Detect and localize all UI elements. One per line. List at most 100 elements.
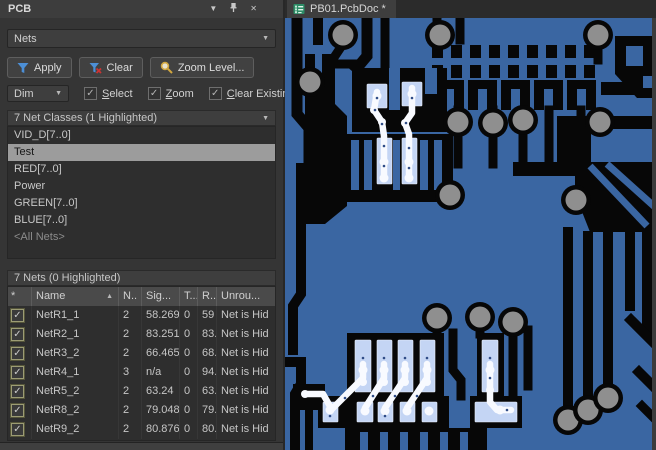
column-header-[interactable]: * bbox=[8, 287, 32, 306]
net-row-netr4_1[interactable]: ✓ NetR4_1 3 n/a 0 94. Net is Hid bbox=[8, 363, 275, 382]
net-cell-unrouted: Net is Hid bbox=[221, 309, 269, 321]
net-cell-nodes: 2 bbox=[119, 344, 142, 363]
via-pad bbox=[469, 306, 491, 328]
net-checkbox-cell: ✓ bbox=[8, 382, 32, 401]
panel-title: PCB bbox=[8, 3, 32, 15]
net-visible-checkbox[interactable]: ✓ bbox=[11, 309, 24, 322]
checkbox-box[interactable]: ✓ bbox=[208, 87, 222, 100]
via-pad bbox=[332, 24, 354, 46]
apply-button[interactable]: Apply bbox=[7, 57, 72, 78]
net-cell-unrouted: Net is Hid bbox=[221, 385, 269, 397]
net-cell-routed: 94. bbox=[198, 363, 217, 382]
net-cell-unrouted: Net is Hid bbox=[221, 423, 269, 435]
net-checkbox-cell: ✓ bbox=[8, 401, 32, 420]
net-visible-checkbox[interactable]: ✓ bbox=[11, 328, 24, 341]
option-checkboxes: ✓ Select ✓ Zoom ✓ Clear Existing bbox=[69, 87, 295, 100]
checkbox-clear-existing[interactable]: ✓ Clear Existing bbox=[208, 87, 295, 100]
net-class-item[interactable]: BLUE[7..0] bbox=[8, 212, 275, 229]
via-pad bbox=[447, 111, 469, 133]
net-visible-checkbox[interactable]: ✓ bbox=[11, 347, 24, 360]
net-cell-name: NetR8_2 bbox=[32, 401, 119, 420]
via-pad bbox=[587, 24, 609, 46]
nets-header-label: 7 Nets (0 Highlighted) bbox=[14, 272, 121, 284]
net-cell-name: NetR9_2 bbox=[32, 420, 119, 439]
chevron-down-icon: ▼ bbox=[262, 114, 269, 122]
via-pad bbox=[429, 24, 451, 46]
net-cell-nodes: 3 bbox=[119, 363, 142, 382]
net-row-netr2_1[interactable]: ✓ NetR2_1 2 83.251 0 83. Net is Hid bbox=[8, 325, 275, 344]
browse-mode-select[interactable]: Nets ▼ bbox=[7, 29, 276, 48]
column-header-name[interactable]: Name ▲ bbox=[32, 287, 119, 306]
column-header-unrou[interactable]: Unrou... bbox=[217, 287, 275, 306]
pcb-panel: PCB ▼ ✕ Nets ▼ Apply Clear Zoom Level...… bbox=[0, 0, 295, 450]
checkbox-select[interactable]: ✓ Select bbox=[84, 87, 133, 100]
net-row-netr8_2[interactable]: ✓ NetR8_2 2 79.048 0 79. Net is Hid bbox=[8, 401, 275, 420]
column-header-n[interactable]: N.. bbox=[119, 287, 142, 306]
net-visible-checkbox[interactable]: ✓ bbox=[11, 404, 24, 417]
net-class-item[interactable]: RED[7..0] bbox=[8, 161, 275, 178]
net-classes-header[interactable]: 7 Net Classes (1 Highlighted) ▼ bbox=[7, 110, 276, 126]
net-cell-signal: 80.876 bbox=[142, 420, 180, 439]
net-cell-routed: 63. bbox=[198, 382, 217, 401]
panel-menu-dropdown-icon[interactable]: ▼ bbox=[209, 4, 217, 14]
checkbox-box[interactable]: ✓ bbox=[147, 87, 161, 100]
net-cell-signal: 83.251 bbox=[142, 325, 180, 344]
browse-mode-value: Nets bbox=[14, 32, 37, 45]
magnifier-icon bbox=[160, 61, 173, 74]
net-cell-routed: 80. bbox=[198, 420, 217, 439]
net-cell-routed: 79. bbox=[198, 401, 217, 420]
net-checkbox-cell: ✓ bbox=[8, 363, 32, 382]
via-pad bbox=[589, 111, 611, 133]
panel-resize-strip[interactable] bbox=[0, 442, 283, 450]
net-row-netr1_1[interactable]: ✓ NetR1_1 2 58.269 0 59 Net is Hid bbox=[8, 306, 275, 325]
pin-icon[interactable] bbox=[229, 2, 238, 16]
net-visible-checkbox[interactable]: ✓ bbox=[11, 423, 24, 436]
altium-workspace: PCB ▼ ✕ Nets ▼ Apply Clear Zoom Level...… bbox=[0, 0, 656, 450]
dim-mode-select[interactable]: Dim ▼ bbox=[7, 85, 69, 102]
net-cell-t: 0 bbox=[180, 363, 198, 382]
tab-label: PB01.PcbDoc * bbox=[310, 3, 386, 15]
net-cell-unrouted: Net is Hid bbox=[221, 366, 269, 378]
pcb-editor: PB01.PcbDoc * bbox=[285, 0, 656, 450]
pcb-canvas[interactable] bbox=[285, 18, 656, 450]
net-cell-signal: n/a bbox=[142, 363, 180, 382]
column-header-t[interactable]: T... bbox=[180, 287, 198, 306]
net-cell-t: 0 bbox=[180, 382, 198, 401]
net-class-item[interactable]: Test bbox=[8, 144, 275, 161]
column-header-r[interactable]: R... bbox=[198, 287, 217, 306]
net-class-item[interactable]: GREEN[7..0] bbox=[8, 195, 275, 212]
panel-titlebar: PCB ▼ ✕ bbox=[0, 0, 283, 18]
net-cell-signal: 66.465 bbox=[142, 344, 180, 363]
nets-header: 7 Nets (0 Highlighted) bbox=[7, 270, 276, 286]
net-cell-unrouted: Net is Hid bbox=[221, 328, 269, 340]
net-class-item[interactable]: Power bbox=[8, 178, 275, 195]
sort-ascending-icon: ▲ bbox=[106, 293, 113, 300]
checkbox-zoom[interactable]: ✓ Zoom bbox=[147, 87, 194, 100]
net-visible-checkbox[interactable]: ✓ bbox=[11, 385, 24, 398]
net-cell-t: 0 bbox=[180, 325, 198, 344]
net-class-item[interactable]: VID_D[7..0] bbox=[8, 127, 275, 144]
via-pad bbox=[565, 189, 587, 211]
net-cell-routed: 83. bbox=[198, 325, 217, 344]
funnel-icon bbox=[17, 62, 29, 73]
net-cell-nodes: 2 bbox=[119, 306, 142, 325]
net-row-netr9_2[interactable]: ✓ NetR9_2 2 80.876 0 80. Net is Hid bbox=[8, 420, 275, 439]
tab-pb01-pcbdoc[interactable]: PB01.PcbDoc * bbox=[287, 0, 396, 18]
highlight-options-row: Dim ▼ ✓ Select ✓ Zoom ✓ Clear Existing bbox=[7, 85, 295, 102]
column-header-sig[interactable]: Sig... bbox=[142, 287, 180, 306]
net-row-netr3_2[interactable]: ✓ NetR3_2 2 66.465 0 68. Net is Hid bbox=[8, 344, 275, 363]
checkbox-label: Select bbox=[102, 87, 133, 100]
panel-titlebar-icons: ▼ ✕ bbox=[209, 2, 257, 16]
net-row-netr5_2[interactable]: ✓ NetR5_2 2 63.24 0 63. Net is Hid bbox=[8, 382, 275, 401]
net-visible-checkbox[interactable]: ✓ bbox=[11, 366, 24, 379]
nets-table: *Name▲N..Sig...T...R...Unrou... ✓ NetR1_1… bbox=[7, 286, 276, 441]
net-cell-name: NetR4_1 bbox=[32, 363, 119, 382]
net-class-list: VID_D[7..0] Test RED[7..0] Power GREEN[7..0]… bbox=[7, 126, 276, 259]
via-pad bbox=[502, 311, 524, 333]
clear-button[interactable]: Clear bbox=[78, 57, 143, 78]
net-class-item[interactable]: <All Nets> bbox=[8, 229, 275, 246]
close-icon[interactable]: ✕ bbox=[250, 4, 257, 14]
checkbox-box[interactable]: ✓ bbox=[84, 87, 97, 100]
pcb-document-icon bbox=[293, 4, 305, 14]
zoom-level-button[interactable]: Zoom Level... bbox=[149, 57, 255, 78]
